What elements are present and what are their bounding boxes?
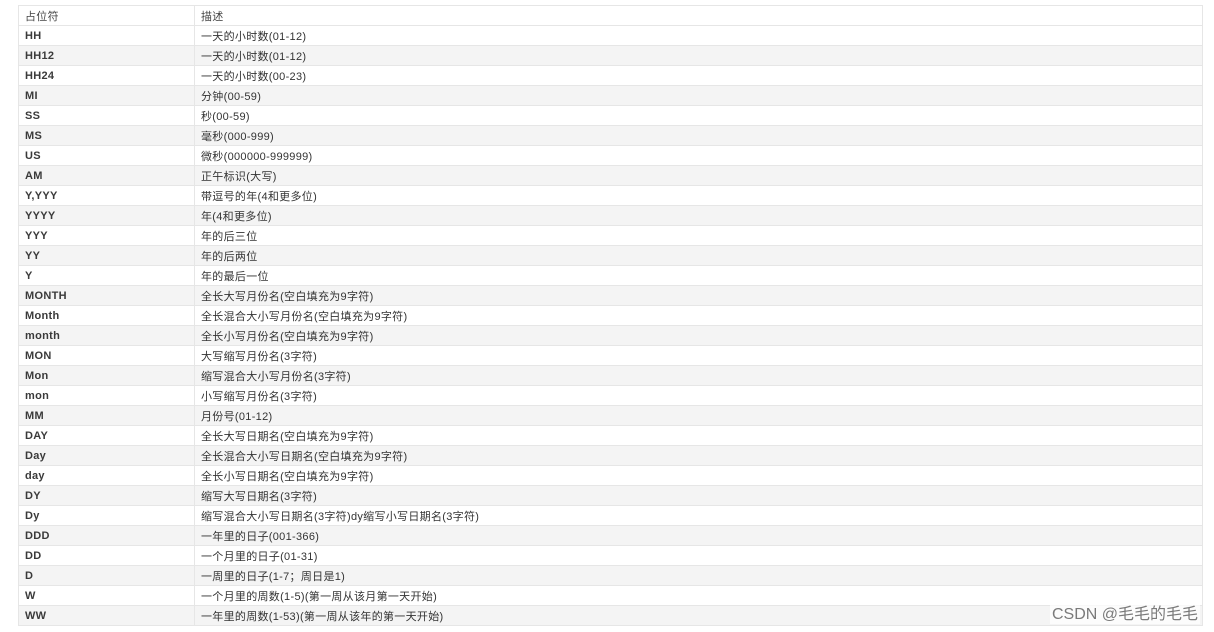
placeholder-code-cell: Y xyxy=(18,265,195,286)
table-row: Dy 缩写混合大小写日期名(3字符)dy缩写小写日期名(3字符) xyxy=(18,505,1203,526)
table-row: DAY 全长大写日期名(空白填充为9字符) xyxy=(18,425,1203,446)
table-body: HH 一天的小时数(01-12) HH12 一天的小时数(01-12) HH24 一天的小… xyxy=(18,25,1203,626)
table-row: MON 大写缩写月份名(3字符) xyxy=(18,345,1203,366)
table-row: DDD 一年里的日子(001-366) xyxy=(18,525,1203,546)
placeholder-code-cell: DDD xyxy=(18,525,195,546)
placeholder-code-cell: MM xyxy=(18,405,195,426)
description-cell: 正午标识(大写) xyxy=(194,165,1203,186)
placeholder-code-cell: YY xyxy=(18,245,195,266)
placeholder-code-cell: month xyxy=(18,325,195,346)
description-cell: 分钟(00-59) xyxy=(194,85,1203,106)
placeholder-code-cell: Month xyxy=(18,305,195,326)
header-placeholder: 占位符 xyxy=(18,5,195,26)
table-row: MI 分钟(00-59) xyxy=(18,85,1203,106)
placeholder-code-cell: DAY xyxy=(18,425,195,446)
table-row: D 一周里的日子(1-7；周日是1) xyxy=(18,565,1203,586)
placeholder-code-cell: Y,YYY xyxy=(18,185,195,206)
format-placeholder-table: 占位符 描述 HH 一天的小时数(01-12) HH12 一天的小时数(01-12) H… xyxy=(18,5,1203,626)
description-cell: 年(4和更多位) xyxy=(194,205,1203,226)
description-cell: 一天的小时数(01-12) xyxy=(194,45,1203,66)
table-row: month 全长小写月份名(空白填充为9字符) xyxy=(18,325,1203,346)
description-cell: 一天的小时数(00-23) xyxy=(194,65,1203,86)
placeholder-code-cell: YYY xyxy=(18,225,195,246)
table-row: mon 小写缩写月份名(3字符) xyxy=(18,385,1203,406)
placeholder-code-cell: SS xyxy=(18,105,195,126)
placeholder-code-cell: Day xyxy=(18,445,195,466)
description-cell: 一天的小时数(01-12) xyxy=(194,25,1203,46)
table-row: Y 年的最后一位 xyxy=(18,265,1203,286)
table-row: MM 月份号(01-12) xyxy=(18,405,1203,426)
description-cell: 全长小写日期名(空白填充为9字符) xyxy=(194,465,1203,486)
description-cell: 月份号(01-12) xyxy=(194,405,1203,426)
placeholder-code-cell: AM xyxy=(18,165,195,186)
table-row: W 一个月里的周数(1-5)(第一周从该月第一天开始) xyxy=(18,585,1203,606)
table-row: DD 一个月里的日子(01-31) xyxy=(18,545,1203,566)
table-row: Month 全长混合大小写月份名(空白填充为9字符) xyxy=(18,305,1203,326)
description-cell: 微秒(000000-999999) xyxy=(194,145,1203,166)
placeholder-code-cell: MI xyxy=(18,85,195,106)
description-cell: 一周里的日子(1-7；周日是1) xyxy=(194,565,1203,586)
table-row: YYYY 年(4和更多位) xyxy=(18,205,1203,226)
table-row: SS 秒(00-59) xyxy=(18,105,1203,126)
placeholder-code-cell: D xyxy=(18,565,195,586)
placeholder-code-cell: DY xyxy=(18,485,195,506)
placeholder-code-cell: MONTH xyxy=(18,285,195,306)
table-row: HH12 一天的小时数(01-12) xyxy=(18,45,1203,66)
table-row: Day 全长混合大小写日期名(空白填充为9字符) xyxy=(18,445,1203,466)
description-cell: 一个月里的日子(01-31) xyxy=(194,545,1203,566)
description-cell: 年的后三位 xyxy=(194,225,1203,246)
placeholder-code-cell: HH24 xyxy=(18,65,195,86)
table-header-row: 占位符 描述 xyxy=(18,5,1203,26)
placeholder-code-cell: HH xyxy=(18,25,195,46)
table-row: day 全长小写日期名(空白填充为9字符) xyxy=(18,465,1203,486)
table-row: MONTH 全长大写月份名(空白填充为9字符) xyxy=(18,285,1203,306)
placeholder-code-cell: US xyxy=(18,145,195,166)
table-row: WW 一年里的周数(1-53)(第一周从该年的第一天开始) xyxy=(18,605,1203,626)
placeholder-code-cell: mon xyxy=(18,385,195,406)
table-row: DY 缩写大写日期名(3字符) xyxy=(18,485,1203,506)
description-cell: 全长小写月份名(空白填充为9字符) xyxy=(194,325,1203,346)
table-row: YYY 年的后三位 xyxy=(18,225,1203,246)
placeholder-code-cell: day xyxy=(18,465,195,486)
table-row: Y,YYY 带逗号的年(4和更多位) xyxy=(18,185,1203,206)
description-cell: 全长混合大小写月份名(空白填充为9字符) xyxy=(194,305,1203,326)
placeholder-code-cell: WW xyxy=(18,605,195,626)
header-description: 描述 xyxy=(194,5,1203,26)
placeholder-code-cell: Mon xyxy=(18,365,195,386)
watermark: CSDN @毛毛的毛毛 xyxy=(1049,600,1200,624)
table-row: HH 一天的小时数(01-12) xyxy=(18,25,1203,46)
placeholder-code-cell: DD xyxy=(18,545,195,566)
placeholder-code-cell: MS xyxy=(18,125,195,146)
description-cell: 大写缩写月份名(3字符) xyxy=(194,345,1203,366)
description-cell: 全长大写月份名(空白填充为9字符) xyxy=(194,285,1203,306)
placeholder-code-cell: MON xyxy=(18,345,195,366)
description-cell: 秒(00-59) xyxy=(194,105,1203,126)
format-placeholder-table-container: 占位符 描述 HH 一天的小时数(01-12) HH12 一天的小时数(01-12) H… xyxy=(18,5,1203,626)
table-row: Mon 缩写混合大小写月份名(3字符) xyxy=(18,365,1203,386)
description-cell: 带逗号的年(4和更多位) xyxy=(194,185,1203,206)
table-row: YY 年的后两位 xyxy=(18,245,1203,266)
table-row: US 微秒(000000-999999) xyxy=(18,145,1203,166)
table-row: MS 毫秒(000-999) xyxy=(18,125,1203,146)
description-cell: 缩写混合大小写日期名(3字符)dy缩写小写日期名(3字符) xyxy=(194,505,1203,526)
description-cell: 小写缩写月份名(3字符) xyxy=(194,385,1203,406)
description-cell: 毫秒(000-999) xyxy=(194,125,1203,146)
description-cell: 年的后两位 xyxy=(194,245,1203,266)
description-cell: 缩写混合大小写月份名(3字符) xyxy=(194,365,1203,386)
description-cell: 缩写大写日期名(3字符) xyxy=(194,485,1203,506)
placeholder-code-cell: HH12 xyxy=(18,45,195,66)
description-cell: 全长混合大小写日期名(空白填充为9字符) xyxy=(194,445,1203,466)
placeholder-code-cell: W xyxy=(18,585,195,606)
placeholder-code-cell: Dy xyxy=(18,505,195,526)
placeholder-code-cell: YYYY xyxy=(18,205,195,226)
table-row: AM 正午标识(大写) xyxy=(18,165,1203,186)
description-cell: 全长大写日期名(空白填充为9字符) xyxy=(194,425,1203,446)
description-cell: 一年里的日子(001-366) xyxy=(194,525,1203,546)
description-cell: 年的最后一位 xyxy=(194,265,1203,286)
table-row: HH24 一天的小时数(00-23) xyxy=(18,65,1203,86)
